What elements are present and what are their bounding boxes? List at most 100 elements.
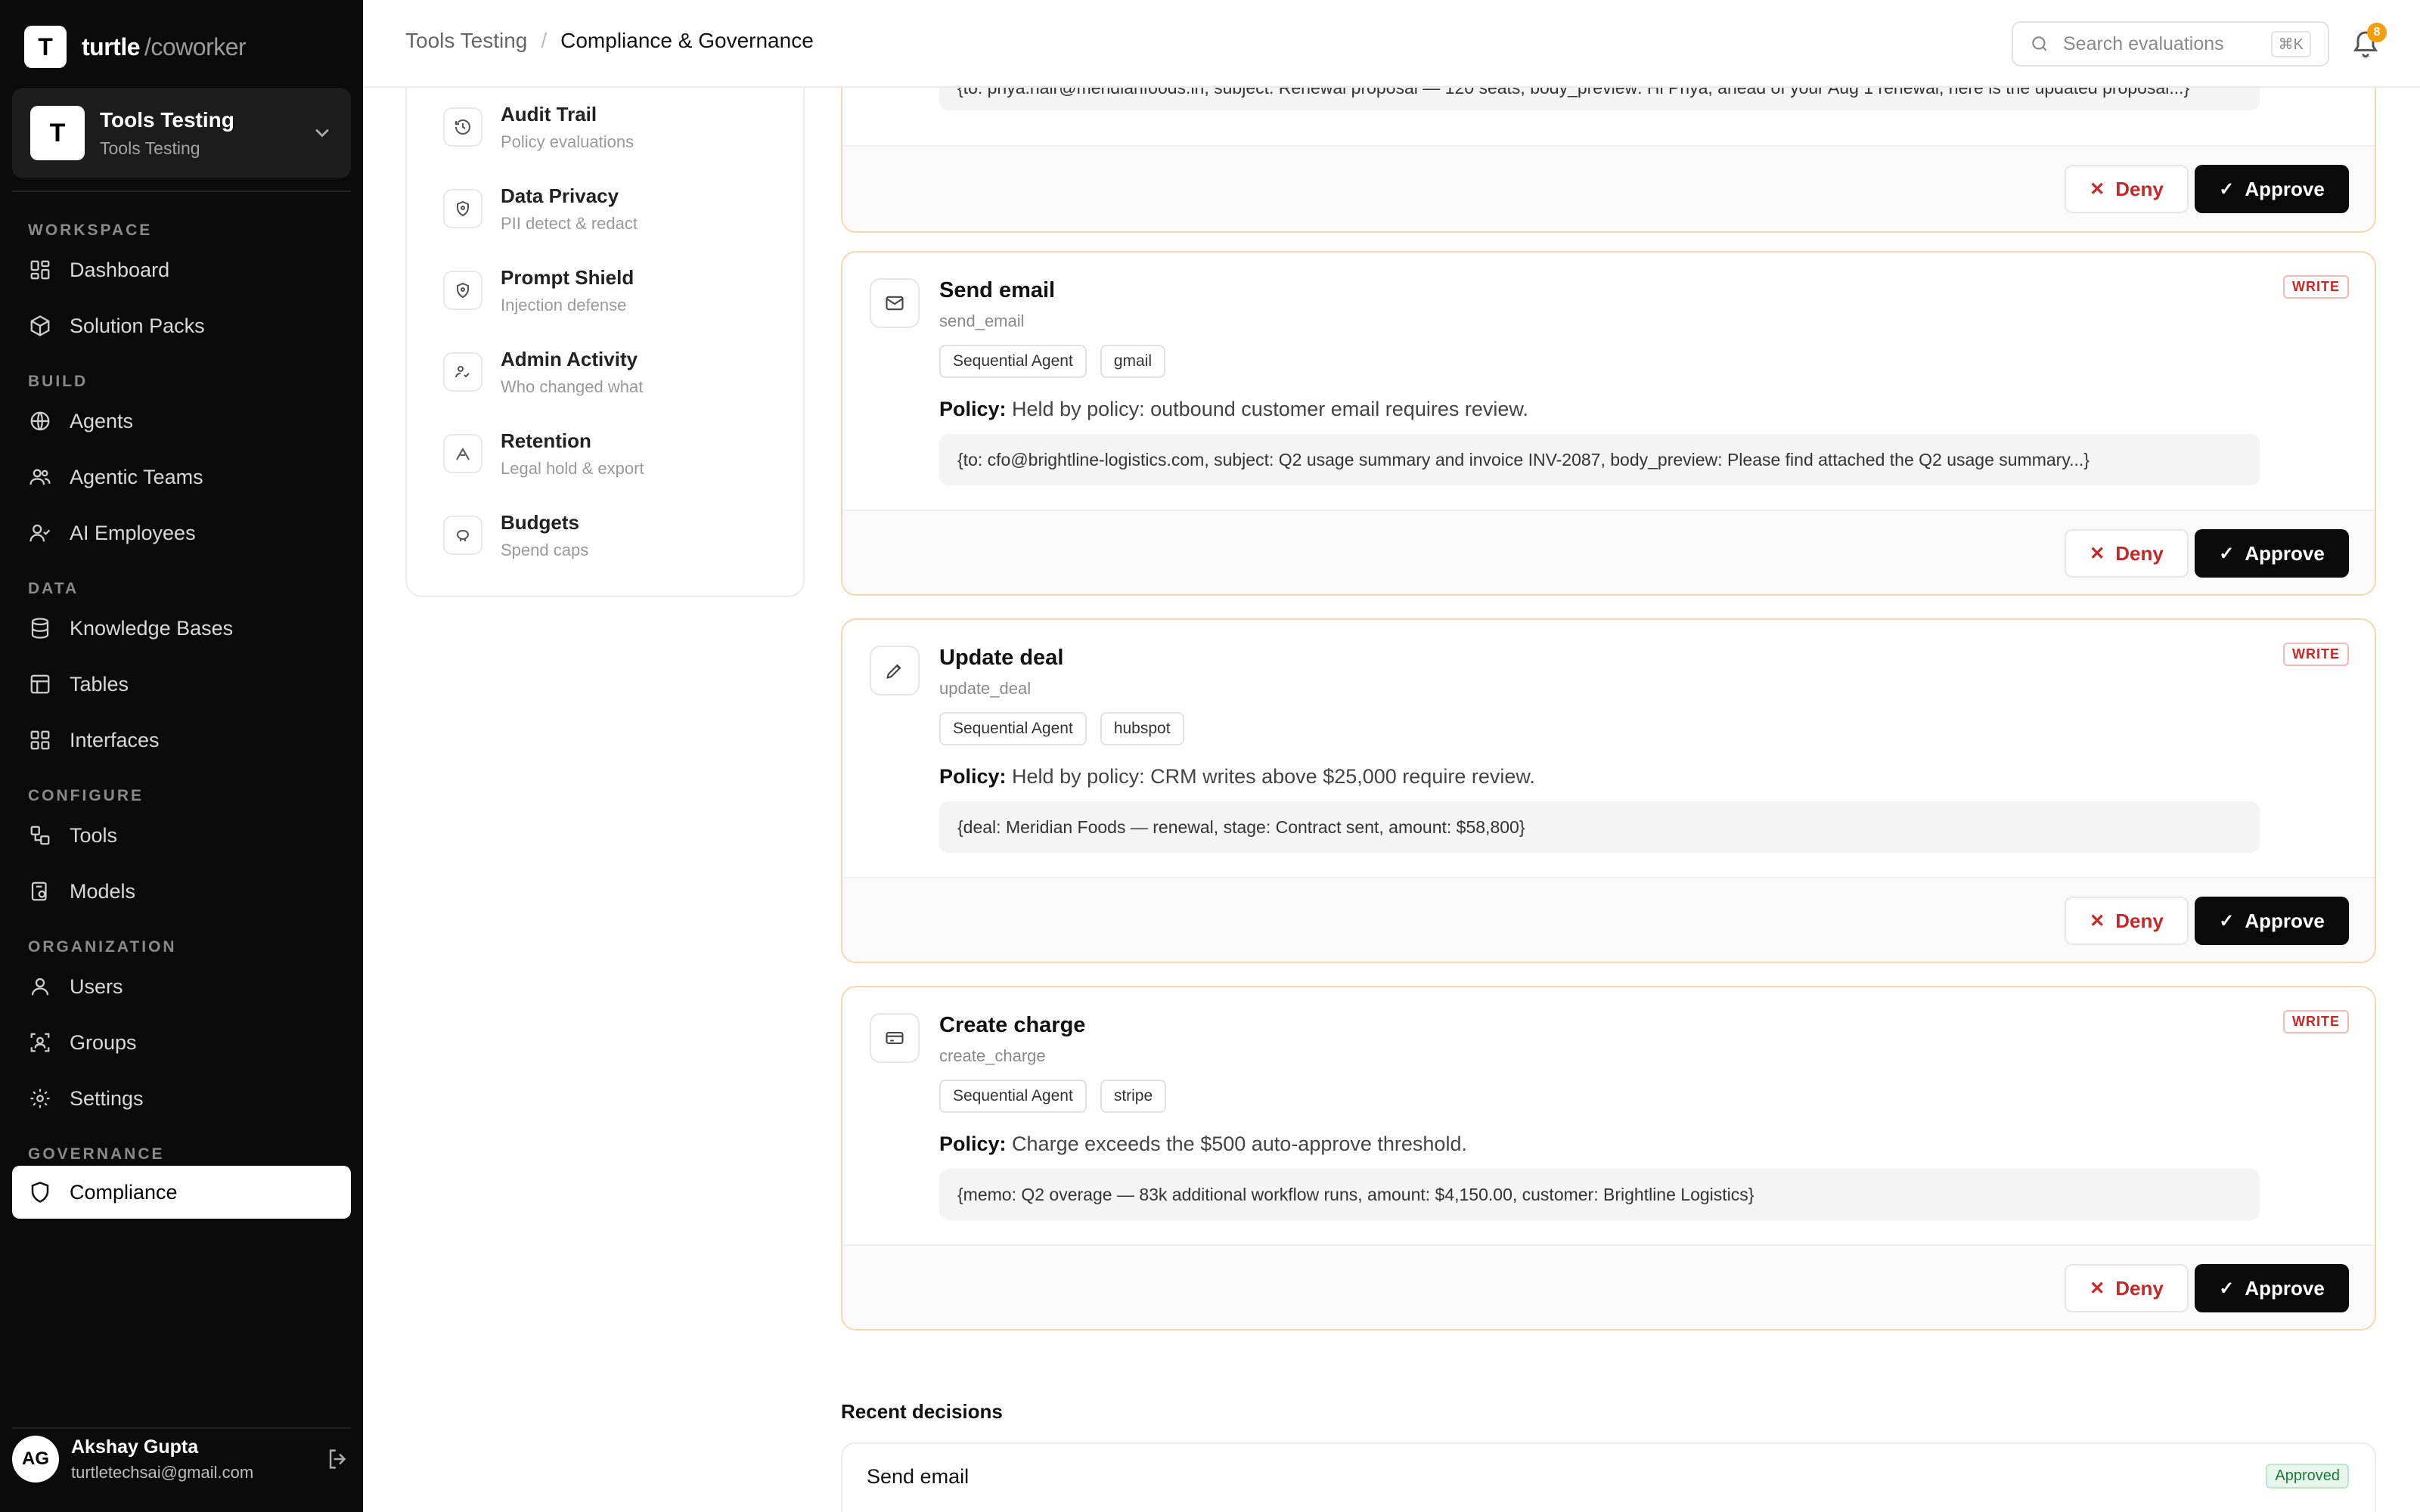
approve-button[interactable]: ✓ Approve	[2195, 529, 2349, 578]
subnav-item-retention[interactable]: Retention Legal hold & export	[407, 429, 803, 511]
list-item[interactable]: Send email Approved	[841, 1442, 2376, 1512]
nav-group-data: DATA	[28, 580, 79, 597]
shield-icon	[27, 1179, 53, 1205]
subnav-item-budgets[interactable]: Budgets Spend caps	[407, 511, 803, 593]
piggy-bank-icon	[443, 516, 482, 555]
card-actions: ✕ Deny ✓ Approve	[842, 510, 2375, 594]
brand-name: turtle	[82, 33, 141, 60]
workspace-switcher[interactable]: T Tools Testing Tools Testing	[12, 88, 351, 178]
card-actions: ✕ Deny ✓ Approve	[842, 145, 2375, 230]
sidebar-nav: WORKSPACE Dashboard Solution Packs BUILD…	[12, 203, 351, 1219]
sidebar-item-interfaces[interactable]: Interfaces	[12, 712, 351, 768]
sidebar-item-ai-employees[interactable]: AI Employees	[12, 505, 351, 561]
sidebar-item-compliance[interactable]: Compliance	[12, 1166, 351, 1219]
sidebar-item-tables[interactable]: Tables	[12, 656, 351, 712]
avatar: AG	[12, 1436, 59, 1483]
sidebar-item-label: Groups	[70, 1030, 137, 1054]
sidebar-item-label: Dashboard	[70, 258, 170, 281]
sidebar-item-models[interactable]: Models	[12, 863, 351, 919]
sidebar-item-label: Agents	[70, 409, 134, 432]
subnav-desc: PII detect & redact	[501, 214, 638, 233]
sidebar-item-agentic-teams[interactable]: Agentic Teams	[12, 449, 351, 505]
chevron-down-icon	[315, 129, 329, 138]
tool-title: Create charge	[939, 1013, 1086, 1037]
user-activity-icon	[443, 352, 482, 392]
nav-group-governance: GOVERNANCE	[28, 1145, 165, 1163]
pen-icon	[870, 646, 920, 696]
nav-group-configure: CONFIGURE	[28, 787, 144, 804]
notification-badge: 8	[2367, 23, 2387, 42]
user-profile[interactable]: AG Akshay Gupta turtletechsai@gmail.com	[12, 1421, 351, 1497]
tool-id: create_charge	[939, 1046, 1046, 1065]
logout-icon[interactable]	[325, 1446, 351, 1472]
model-icon	[27, 878, 53, 904]
archive-icon	[443, 434, 482, 473]
sidebar-item-tools[interactable]: Tools	[12, 807, 351, 863]
shield-icon	[443, 189, 482, 228]
subnav-title: Retention	[501, 429, 591, 452]
deny-button[interactable]: ✕ Deny	[2065, 165, 2189, 213]
check-icon: ✓	[2219, 543, 2235, 564]
tool-id: update_deal	[939, 679, 1032, 698]
close-icon: ✕	[2090, 1278, 2105, 1299]
subnav-item-audit-trail[interactable]: Audit Trail Policy evaluations	[407, 103, 803, 184]
subnav-title: Data Privacy	[501, 184, 619, 207]
sidebar-item-label: Users	[70, 974, 123, 998]
package-icon	[27, 313, 53, 339]
approve-button[interactable]: ✓ Approve	[2195, 897, 2349, 945]
payload-preview: {to: cfo@brightline-logistics.com, subje…	[939, 434, 2260, 485]
workspace-avatar: T	[30, 106, 85, 160]
write-badge: WRITE	[2283, 275, 2349, 299]
write-badge: WRITE	[2283, 643, 2349, 666]
deny-button[interactable]: ✕ Deny	[2065, 897, 2189, 945]
tag-list: Sequential Agent stripe	[939, 1080, 1180, 1113]
subnav-item-data-privacy[interactable]: Data Privacy PII detect & redact	[407, 184, 803, 266]
sidebar-item-label: Knowledge Bases	[70, 616, 234, 640]
nav-group-organization: ORGANIZATION	[28, 938, 177, 956]
sidebar-item-label: Tables	[70, 672, 129, 696]
search-input[interactable]: Search evaluations ⌘K	[2012, 21, 2329, 67]
sidebar-item-knowledge-bases[interactable]: Knowledge Bases	[12, 600, 351, 656]
credit-card-icon	[870, 1013, 920, 1063]
sidebar-item-agents[interactable]: Agents	[12, 393, 351, 449]
approval-card: Update deal update_deal WRITE Sequential…	[841, 618, 2376, 963]
tag-list: Sequential Agent hubspot	[939, 712, 1198, 745]
write-badge: WRITE	[2283, 1010, 2349, 1033]
approve-button[interactable]: ✓ Approve	[2195, 165, 2349, 213]
payload-preview: {memo: Q2 overage — 83k additional workf…	[939, 1169, 2260, 1220]
policy-text: Policy: Held by policy: CRM writes above…	[939, 765, 1535, 788]
agent-tag: Sequential Agent	[939, 1080, 1087, 1113]
subnav-desc: Spend caps	[501, 541, 589, 559]
sidebar-item-settings[interactable]: Settings	[12, 1070, 351, 1126]
mail-icon	[870, 278, 920, 328]
user-name: Akshay Gupta	[71, 1436, 199, 1458]
approval-card: Create charge create_charge WRITE Sequen…	[841, 986, 2376, 1331]
brand[interactable]: T turtle/coworker	[24, 26, 247, 68]
agent-tag: Sequential Agent	[939, 345, 1087, 378]
tool-id: send_email	[939, 311, 1025, 330]
integration-tag: gmail	[1100, 345, 1165, 378]
card-actions: ✕ Deny ✓ Approve	[842, 877, 2375, 962]
gear-icon	[27, 1086, 53, 1111]
sidebar-item-groups[interactable]: Groups	[12, 1015, 351, 1070]
sidebar-item-users[interactable]: Users	[12, 959, 351, 1015]
subnav-item-admin-activity[interactable]: Admin Activity Who changed what	[407, 348, 803, 429]
sidebar-item-solution-packs[interactable]: Solution Packs	[12, 298, 351, 354]
close-icon: ✕	[2090, 910, 2105, 931]
deny-button[interactable]: ✕ Deny	[2065, 1264, 2189, 1312]
search-shortcut: ⌘K	[2270, 30, 2311, 57]
sidebar-item-dashboard[interactable]: Dashboard	[12, 242, 351, 298]
deny-button[interactable]: ✕ Deny	[2065, 529, 2189, 578]
agent-tag: Sequential Agent	[939, 712, 1087, 745]
search-icon	[2032, 36, 2047, 51]
top-header: Tools Testing / Compliance & Governance …	[363, 0, 2420, 88]
breadcrumb-separator: /	[541, 29, 548, 52]
subnav-item-prompt-shield[interactable]: Prompt Shield Injection defense	[407, 266, 803, 348]
subnav-title: Admin Activity	[501, 348, 638, 370]
breadcrumb-parent[interactable]: Tools Testing	[405, 29, 527, 53]
globe-icon	[27, 408, 53, 434]
user-icon	[27, 974, 53, 999]
subnav-desc: Policy evaluations	[501, 132, 634, 151]
approve-button[interactable]: ✓ Approve	[2195, 1264, 2349, 1312]
user-check-icon	[27, 520, 53, 546]
